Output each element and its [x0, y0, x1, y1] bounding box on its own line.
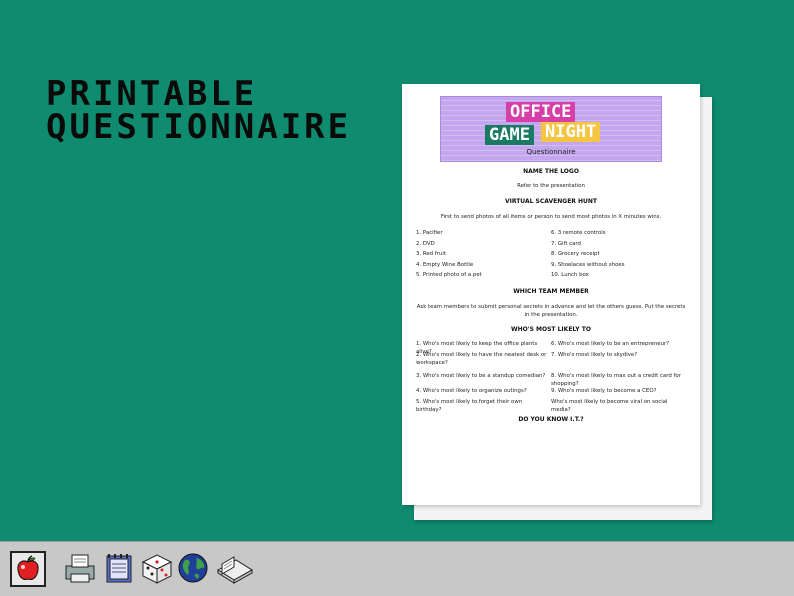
notepad-icon[interactable] [101, 550, 137, 586]
section-text-logo: Refer to the presentation [517, 183, 585, 189]
section-title-member: WHICH TEAM MEMBER [513, 288, 589, 295]
globe-icon[interactable] [176, 550, 212, 586]
banner-night: NIGHT [541, 122, 601, 142]
headline-line-2: QUESTIONNAIRE [46, 107, 352, 147]
section-title-logo: NAME THE LOGO [523, 168, 579, 175]
list-item: 3. Red fruit [416, 251, 446, 257]
apple-icon[interactable] [10, 551, 46, 587]
list-item: 3. Who's most likely to be a standup com… [416, 373, 546, 379]
list-item: 5. Printed photo of a pet [416, 272, 482, 278]
list-item: Who's most likely to become viral on soc… [551, 399, 668, 413]
title-banner: OFFICE GAME NIGHT Questionnaire [440, 96, 662, 162]
banner-game: GAME [485, 125, 534, 145]
list-item: 4. Who's most likely to organize outings… [416, 388, 527, 394]
list-item: 7. Who's most likely to skydive? [551, 352, 638, 358]
list-item: 2. DVD [416, 240, 435, 247]
list-item: 8. Grocery receipt [551, 251, 600, 257]
list-item: 7. Gift card [551, 240, 581, 247]
section-title-likely: WHO'S MOST LIKELY TO [511, 326, 591, 333]
list-item: 5. Who's most likely to forget their own… [416, 399, 523, 413]
section-text-member: Ask team members to submit personal secr… [416, 304, 686, 318]
dice-icon[interactable] [139, 550, 175, 586]
section-title-hunt: VIRTUAL SCAVENGER HUNT [504, 198, 598, 205]
list-item: 8. Who's most likely to max out a credit… [551, 373, 681, 387]
banner-subtitle: Questionnaire [526, 148, 576, 156]
list-item: 9. Who's most likely to become a CEO? [551, 388, 657, 394]
list-item: 2. Who's most likely to have the neatest… [416, 352, 547, 366]
section-text-hunt: First to send photos of all items or per… [440, 214, 662, 220]
scanner-icon[interactable] [214, 550, 254, 586]
list-item: 9. Shoelaces without shoes [551, 261, 625, 268]
banner-office: OFFICE [506, 102, 576, 122]
likely-list: 1. Who's most likely to keep the office … [416, 341, 686, 413]
list-item: 1. Pacifier [416, 230, 443, 236]
headline: PRINTABLE QUESTIONNAIRE [46, 77, 352, 147]
list-item: 10. Lunch box [551, 272, 589, 278]
hunt-list: 1. Pacifier 2. DVD 3. Red fruit 4. Empty… [416, 230, 686, 285]
printer-icon[interactable] [62, 550, 98, 586]
questionnaire-page: OFFICE GAME NIGHT Questionnaire NAME THE… [402, 84, 700, 505]
list-item: 6. Who's most likely to be an entreprene… [551, 341, 670, 347]
section-title-knowit: DO YOU KNOW I.T.? [518, 416, 584, 423]
taskbar [0, 541, 794, 596]
list-item: 6. 3 remote controls [551, 230, 606, 236]
list-item: 4. Empty Wine Bottle [416, 261, 474, 268]
